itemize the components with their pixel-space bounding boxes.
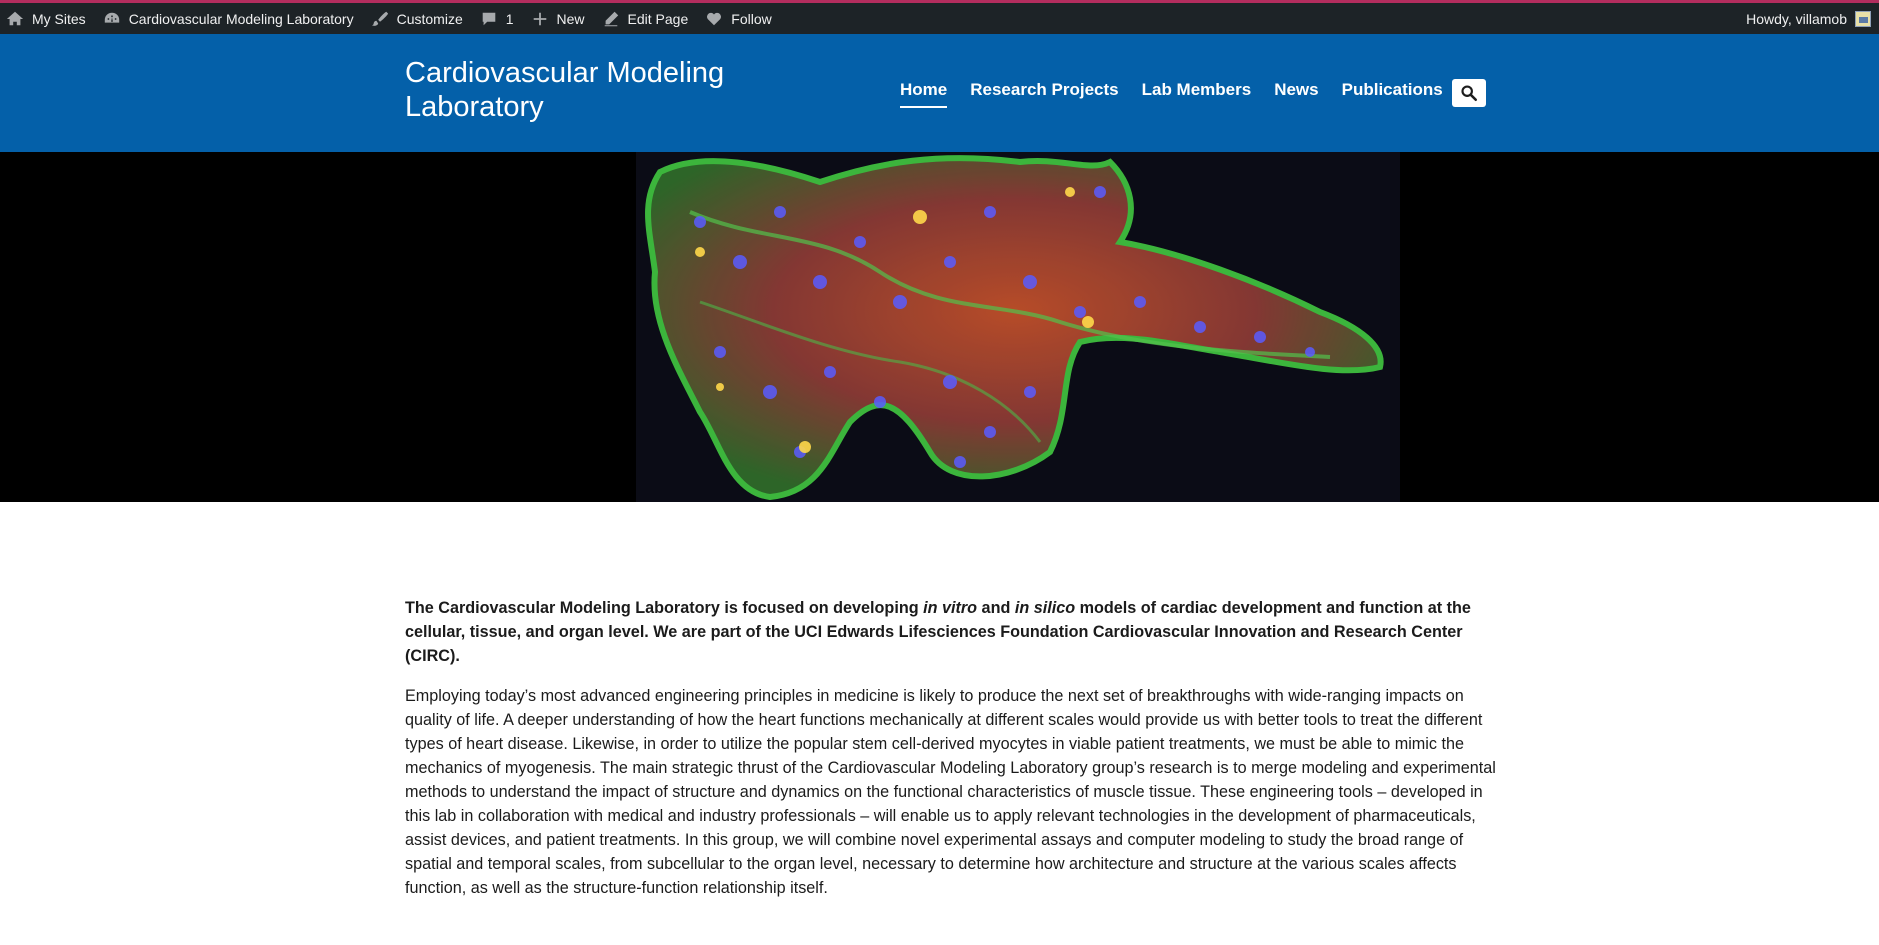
edit-page-link[interactable]: Edit Page [602,10,689,28]
nav-item-lab-members[interactable]: Lab Members [1142,80,1252,108]
customize-label: Customize [396,10,463,27]
my-account-menu[interactable]: Howdy, villamob [1746,3,1871,34]
my-sites-label: My Sites [32,10,86,27]
intro-text-and: and [977,599,1015,617]
hero-image [0,152,1879,502]
search-icon [1461,85,1478,102]
intro-emphasis-in-vitro: in vitro [923,599,978,617]
howdy-label: Howdy, villamob [1746,10,1847,27]
intro-text-start: The Cardiovascular Modeling Laboratory i… [405,599,924,617]
plus-icon [531,10,549,28]
follow-link[interactable]: Follow [705,10,772,28]
admin-bar-left: My Sites Cardiovascular Modeling Laborat… [6,3,789,34]
new-content-menu[interactable]: New [531,10,585,28]
my-sites-icon [6,10,24,28]
primary-nav: Home Research Projects Lab Members News … [900,80,1466,108]
site-title[interactable]: Cardiovascular Modeling Laboratory [405,56,765,124]
page-content: The Cardiovascular Modeling Laboratory i… [405,596,1500,900]
nav-item-news[interactable]: News [1274,80,1318,108]
cell-micrograph-image [636,152,1400,502]
comments-count: 1 [505,10,514,27]
search-button[interactable] [1452,79,1486,107]
nav-item-publications[interactable]: Publications [1342,80,1443,108]
follow-label: Follow [731,10,772,27]
dashboard-icon [103,10,121,28]
avatar [1855,10,1871,27]
customize-link[interactable]: Customize [371,10,463,28]
site-name-label: Cardiovascular Modeling Laboratory [128,10,354,27]
my-sites-menu[interactable]: My Sites [6,10,86,28]
body-paragraph: Employing today’s most advanced engineer… [405,687,1496,897]
intro-paragraph: The Cardiovascular Modeling Laboratory i… [405,596,1500,668]
paintbrush-icon [371,10,389,28]
heart-icon [705,10,723,28]
nav-item-home[interactable]: Home [900,80,948,108]
comment-icon [480,10,498,28]
comments-link[interactable]: 1 [480,10,514,28]
intro-emphasis-in-silico: in silico [1014,599,1076,617]
nav-item-research-projects[interactable]: Research Projects [970,80,1118,108]
site-name-menu[interactable]: Cardiovascular Modeling Laboratory [103,10,354,28]
pencil-icon [602,10,620,28]
edit-page-label: Edit Page [627,10,689,27]
site-header: Cardiovascular Modeling Laboratory Home … [0,34,1879,152]
admin-bar: My Sites Cardiovascular Modeling Laborat… [0,0,1879,34]
new-label: New [556,10,585,27]
